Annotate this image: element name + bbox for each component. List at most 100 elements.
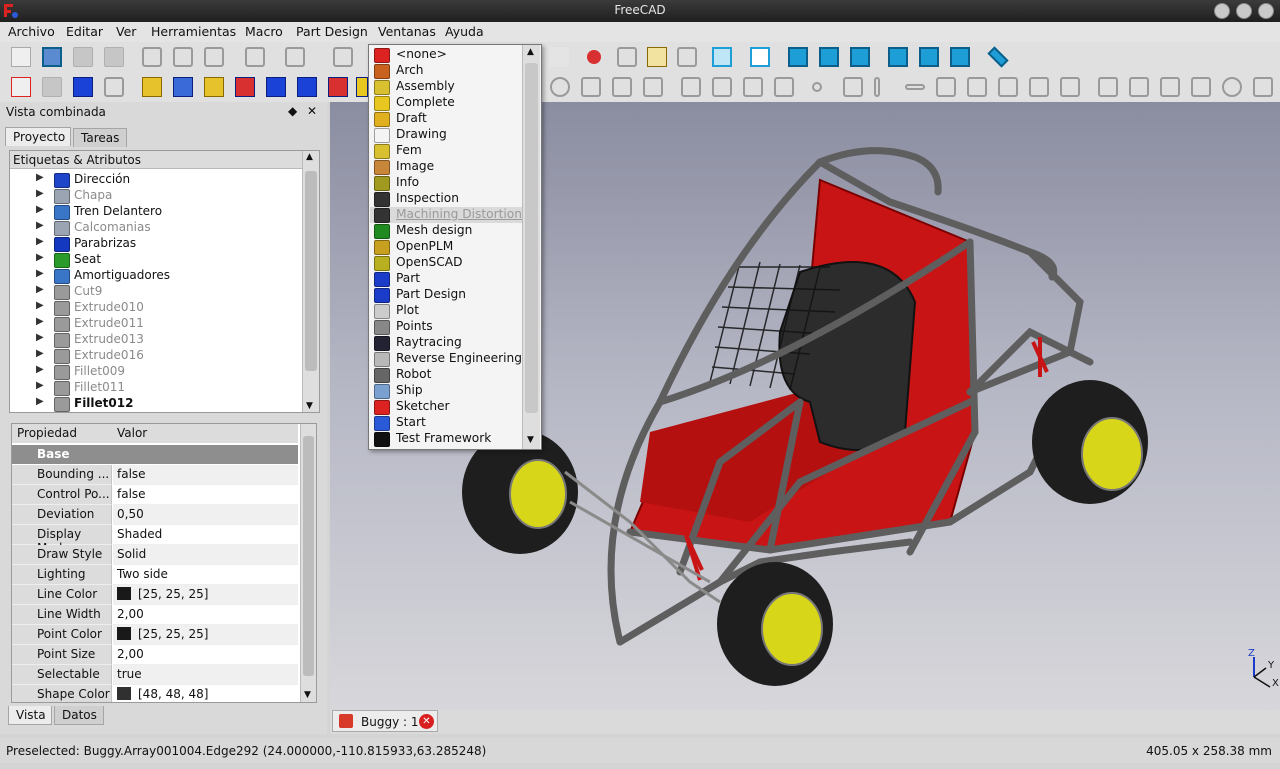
leave-sketch-icon[interactable] bbox=[104, 77, 124, 97]
undo-icon[interactable] bbox=[245, 47, 265, 67]
tab-tareas[interactable]: Tareas bbox=[73, 128, 127, 147]
property-row[interactable]: Display Mode Shaded bbox=[12, 525, 298, 555]
tab-datos[interactable]: Datos bbox=[54, 706, 104, 725]
property-value[interactable]: false bbox=[113, 465, 298, 485]
workbench-option[interactable]: Part bbox=[370, 271, 522, 287]
tree-item[interactable]: ▶ Fillet011 bbox=[10, 380, 302, 396]
paste-icon[interactable] bbox=[204, 47, 224, 67]
workbench-option[interactable]: Part Design bbox=[370, 287, 522, 303]
expand-arrow-icon[interactable]: ▶ bbox=[36, 316, 44, 327]
menu-editar[interactable]: Editar bbox=[66, 24, 103, 39]
fillet-icon[interactable] bbox=[266, 77, 286, 97]
property-value[interactable]: 0,50 bbox=[113, 505, 298, 525]
open-file-icon[interactable] bbox=[42, 47, 62, 67]
workbench-option[interactable]: Assembly bbox=[370, 79, 522, 95]
tree-item[interactable]: ▶ Amortiguadores bbox=[10, 268, 302, 284]
pad-icon[interactable] bbox=[142, 77, 162, 97]
copy-icon[interactable] bbox=[173, 47, 193, 67]
whats-this-icon[interactable] bbox=[549, 47, 569, 67]
tree-item[interactable]: ▶ Extrude010 bbox=[10, 300, 302, 316]
left-view-icon[interactable] bbox=[950, 47, 970, 67]
tree-item[interactable]: ▶ Dirección bbox=[10, 172, 302, 188]
horizontal-distance-icon[interactable] bbox=[1129, 77, 1149, 97]
expand-arrow-icon[interactable]: ▶ bbox=[36, 236, 44, 247]
expand-arrow-icon[interactable]: ▶ bbox=[36, 188, 44, 199]
property-scrollbar[interactable]: ▼ bbox=[300, 424, 316, 702]
vertical-constraint-icon[interactable] bbox=[874, 77, 880, 97]
property-row[interactable]: Deviation 0,50 bbox=[12, 505, 298, 525]
property-row[interactable]: Selectable true bbox=[12, 665, 298, 685]
workbench-option[interactable]: Robot bbox=[370, 367, 522, 383]
expand-arrow-icon[interactable]: ▶ bbox=[36, 396, 44, 407]
expand-arrow-icon[interactable]: ▶ bbox=[36, 204, 44, 215]
workbench-option[interactable]: Start bbox=[370, 415, 522, 431]
equal-constraint-icon[interactable] bbox=[1029, 77, 1049, 97]
property-row[interactable]: Point Size 2,00 bbox=[12, 645, 298, 665]
workbench-option[interactable]: Ship bbox=[370, 383, 522, 399]
expand-arrow-icon[interactable]: ▶ bbox=[36, 268, 44, 279]
tree-item[interactable]: ▶ Chapa bbox=[10, 188, 302, 204]
menu-ver[interactable]: Ver bbox=[116, 24, 136, 39]
expand-arrow-icon[interactable]: ▶ bbox=[36, 172, 44, 183]
maximize-button[interactable] bbox=[1236, 3, 1252, 19]
property-value[interactable]: Two side bbox=[113, 565, 298, 585]
workbench-option[interactable]: Mesh design bbox=[370, 223, 522, 239]
cut-icon[interactable] bbox=[142, 47, 162, 67]
map-sketch-icon[interactable] bbox=[73, 77, 93, 97]
expand-arrow-icon[interactable]: ▶ bbox=[36, 364, 44, 375]
pocket-icon[interactable] bbox=[173, 77, 193, 97]
record-macro-icon[interactable] bbox=[587, 50, 601, 64]
property-value[interactable]: false bbox=[113, 485, 298, 505]
revolution-icon[interactable] bbox=[204, 77, 224, 97]
mirrored-icon[interactable] bbox=[356, 77, 368, 97]
workbench-option[interactable]: Info bbox=[370, 175, 522, 191]
workbench-option[interactable]: OpenPLM bbox=[370, 239, 522, 255]
menu-ayuda[interactable]: Ayuda bbox=[445, 24, 484, 39]
menu-part-design[interactable]: Part Design bbox=[296, 24, 368, 39]
macros-icon[interactable] bbox=[647, 47, 667, 67]
save-icon[interactable] bbox=[73, 47, 93, 67]
draft-icon[interactable] bbox=[328, 77, 348, 97]
construction-mode-icon[interactable] bbox=[774, 77, 794, 97]
property-value[interactable]: Shaded bbox=[113, 525, 298, 545]
float-panel-icon[interactable]: ◆ bbox=[288, 104, 297, 118]
workbench-option[interactable]: Complete bbox=[370, 95, 522, 111]
sketch-polyline-icon[interactable] bbox=[681, 77, 701, 97]
workbench-option[interactable]: Reverse Engineering bbox=[370, 351, 522, 367]
horizontal-constraint-icon[interactable] bbox=[905, 84, 925, 90]
property-value[interactable]: Solid bbox=[113, 545, 298, 565]
menu-archivo[interactable]: Archivo bbox=[8, 24, 55, 39]
coincident-constraint-icon[interactable] bbox=[812, 82, 822, 92]
angle-constraint-icon[interactable] bbox=[1253, 77, 1273, 97]
property-row[interactable]: Point Color [25, 25, 25] bbox=[12, 625, 298, 645]
symmetric-constraint-icon[interactable] bbox=[1060, 77, 1080, 97]
tree-item[interactable]: ▶ Calcomanias bbox=[10, 220, 302, 236]
menu-ventanas[interactable]: Ventanas bbox=[378, 24, 436, 39]
workbench-option[interactable]: <none> bbox=[370, 47, 522, 63]
tree-item[interactable]: ▶ Fillet012 bbox=[10, 396, 302, 412]
print-icon[interactable] bbox=[104, 47, 124, 67]
groove-icon[interactable] bbox=[235, 77, 255, 97]
length-constraint-icon[interactable] bbox=[1191, 77, 1211, 97]
parallel-constraint-icon[interactable] bbox=[936, 77, 956, 97]
workbench-option[interactable]: Image bbox=[370, 159, 522, 175]
tree-item[interactable]: ▶ Parabrizas bbox=[10, 236, 302, 252]
isometric-view-icon[interactable] bbox=[750, 47, 770, 67]
external-geometry-icon[interactable] bbox=[743, 77, 763, 97]
rear-view-icon[interactable] bbox=[888, 47, 908, 67]
menu-macro[interactable]: Macro bbox=[245, 24, 283, 39]
scroll-down-icon[interactable]: ▼ bbox=[306, 401, 313, 411]
property-row[interactable]: Shape Color [48, 48, 48] bbox=[12, 685, 298, 702]
tree-scrollbar[interactable]: ▲ ▼ bbox=[302, 151, 319, 412]
workbench-option[interactable]: Plot bbox=[370, 303, 522, 319]
sketch-rectangle-icon[interactable] bbox=[643, 77, 663, 97]
sketcher-icon[interactable] bbox=[11, 77, 31, 97]
sketch-line-icon[interactable] bbox=[581, 77, 601, 97]
workbench-option[interactable]: Arch bbox=[370, 63, 522, 79]
workbench-dropdown[interactable]: <none> Arch Assembly Complete Draft Drawing Fe… bbox=[368, 44, 542, 450]
dropdown-scroll-up-icon[interactable]: ▲ bbox=[527, 47, 534, 57]
tree-scrollbar-thumb[interactable] bbox=[305, 171, 317, 371]
right-view-icon[interactable] bbox=[850, 47, 870, 67]
sketch-arc-icon[interactable] bbox=[612, 77, 632, 97]
tree-item[interactable]: ▶ Cut9 bbox=[10, 284, 302, 300]
